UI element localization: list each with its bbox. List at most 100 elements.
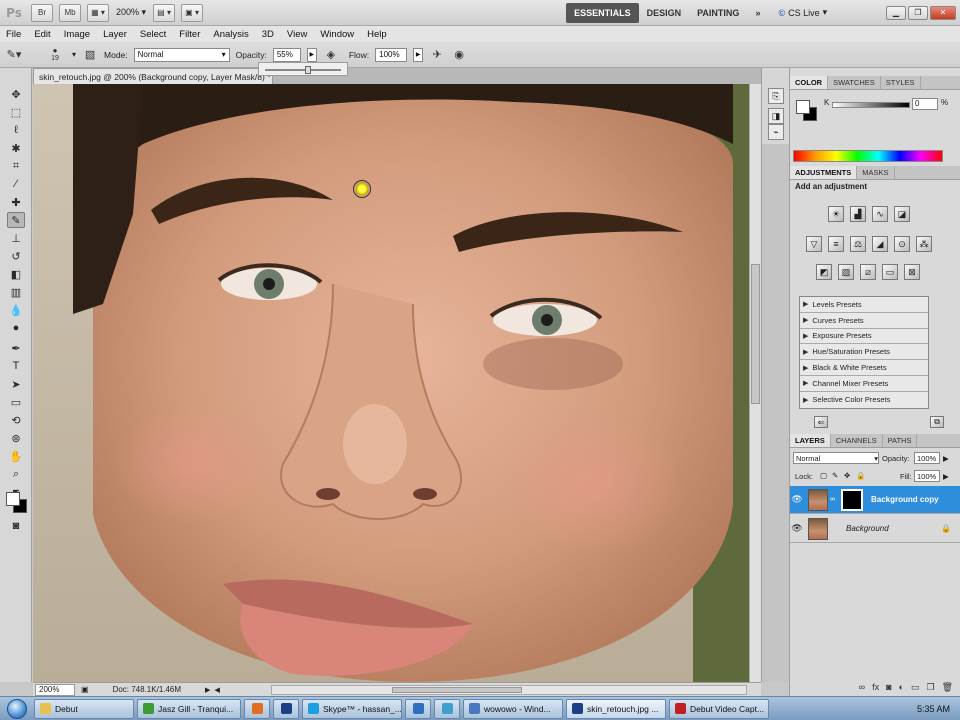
status-zoom-input[interactable]: 200%: [35, 683, 75, 696]
tab-styles[interactable]: STYLES: [881, 76, 921, 89]
brush-tool-icon[interactable]: ✎: [7, 212, 25, 228]
taskbar-item-debut-video-capture[interactable]: Debut Video Capt...: [669, 698, 769, 719]
pen-tool-icon[interactable]: ✒: [7, 340, 25, 356]
pressure-opacity-button[interactable]: ◈: [323, 47, 339, 63]
arrange-documents-button[interactable]: ▤ ▾: [153, 3, 176, 22]
close-button[interactable]: ✕: [930, 5, 956, 20]
visibility-eye-icon[interactable]: 👁: [790, 494, 804, 505]
toggle-brush-panel-button[interactable]: ▧: [82, 47, 98, 63]
navigator-panel-icon[interactable]: ◨: [768, 108, 784, 124]
screen-mode-button[interactable]: ▣ ▾: [181, 3, 204, 22]
preset-black-white[interactable]: ▶ Black & White Presets: [800, 360, 928, 376]
lasso-tool-icon[interactable]: ℓ: [7, 122, 25, 138]
vibrance-icon[interactable]: ▽: [806, 236, 822, 252]
menu-view[interactable]: View: [287, 29, 307, 40]
return-to-list-icon[interactable]: ⇐: [814, 416, 828, 428]
dodge-tool-icon[interactable]: ●: [7, 320, 25, 336]
preset-channel-mixer[interactable]: ▶ Channel Mixer Presets: [800, 376, 928, 392]
mode-select[interactable]: Normal ▾: [133, 47, 230, 62]
view-extras-button[interactable]: ▦ ▾: [87, 3, 109, 22]
clone-stamp-tool-icon[interactable]: ⊥: [7, 230, 25, 246]
minimize-button[interactable]: ▁: [886, 5, 906, 20]
menu-select[interactable]: Select: [140, 29, 166, 40]
menu-file[interactable]: File: [6, 29, 21, 40]
foreground-color-swatch[interactable]: [6, 492, 20, 506]
workspace-design[interactable]: DESIGN: [639, 3, 690, 23]
curves-icon[interactable]: ∿: [872, 206, 888, 222]
preset-selective-color[interactable]: ▶ Selective Color Presets: [800, 392, 928, 408]
black-white-icon[interactable]: ◢: [872, 236, 888, 252]
preset-curves[interactable]: ▶ Curves Presets: [800, 313, 928, 329]
menu-filter[interactable]: Filter: [179, 29, 200, 40]
image-canvas[interactable]: [33, 84, 749, 682]
3d-rotate-tool-icon[interactable]: ⟲: [7, 412, 25, 428]
lock-position-icon[interactable]: ✥: [844, 471, 850, 480]
menu-3d[interactable]: 3D: [262, 29, 274, 40]
new-adjustment-layer-icon[interactable]: ◐: [899, 682, 904, 692]
more-workspaces-button[interactable]: »: [747, 3, 768, 23]
history-panel-icon[interactable]: ⎘: [768, 88, 784, 104]
start-button[interactable]: [0, 698, 34, 720]
hue-saturation-icon[interactable]: ≡: [828, 236, 844, 252]
k-channel-value[interactable]: 0: [912, 98, 938, 110]
cs-live-menu[interactable]: © CS Live ▾: [778, 7, 827, 18]
k-channel-slider[interactable]: [832, 102, 910, 108]
threshold-icon[interactable]: ⧄: [860, 264, 876, 280]
triangle-right-icon[interactable]: ▶: [943, 472, 949, 481]
exposure-icon[interactable]: ◪: [894, 206, 910, 222]
flow-slider-toggle[interactable]: ▶: [413, 47, 424, 62]
tab-color[interactable]: COLOR: [790, 76, 829, 89]
triangle-right-icon[interactable]: ▶: [943, 454, 949, 463]
vertical-scroll-thumb[interactable]: [751, 264, 760, 404]
marquee-tool-icon[interactable]: ⬚: [7, 104, 25, 120]
opacity-slider-knob[interactable]: [304, 66, 311, 74]
tool-preset-picker[interactable]: ✎ ▾: [6, 47, 22, 63]
airbrush-button[interactable]: ✈: [429, 47, 445, 63]
levels-icon[interactable]: ▟: [850, 206, 866, 222]
color-spectrum-ramp[interactable]: [793, 150, 943, 162]
preset-exposure[interactable]: ▶ Exposure Presets: [800, 329, 928, 345]
brightness-contrast-icon[interactable]: ☀: [828, 206, 844, 222]
posterize-icon[interactable]: ▨: [838, 264, 854, 280]
taskbar-item-skype[interactable]: Skype™ - hassan_...: [302, 698, 402, 719]
eyedropper-tool-icon[interactable]: ⁄: [7, 176, 25, 192]
crop-tool-icon[interactable]: ⌗: [7, 158, 25, 174]
brush-picker-arrow-icon[interactable]: ▾: [72, 50, 76, 59]
actions-panel-icon[interactable]: ⌁: [768, 124, 784, 140]
restore-button[interactable]: ❐: [908, 5, 928, 20]
taskbar-item-app-2[interactable]: [434, 698, 460, 719]
scroll-left-icon[interactable]: ◀: [214, 686, 219, 694]
blur-tool-icon[interactable]: 💧: [7, 302, 25, 318]
tab-masks[interactable]: MASKS: [857, 166, 895, 179]
layer-style-icon[interactable]: fx: [872, 682, 879, 692]
quick-selection-tool-icon[interactable]: ✱: [7, 140, 25, 156]
launch-mini-bridge-button[interactable]: Mb: [59, 3, 81, 22]
add-mask-icon[interactable]: ◙: [886, 682, 891, 692]
taskbar-item-photoshop[interactable]: [273, 698, 299, 719]
new-group-icon[interactable]: ▭: [911, 682, 920, 693]
opacity-slider-toggle[interactable]: ▶: [306, 47, 317, 62]
taskbar-item-debut-folder[interactable]: Debut: [34, 698, 134, 719]
system-clock[interactable]: 5:35 AM: [917, 704, 950, 714]
3d-orbit-tool-icon[interactable]: ⊛: [7, 430, 25, 446]
trash-icon[interactable]: 🗑: [942, 682, 953, 693]
channel-mixer-icon[interactable]: ⁂: [916, 236, 932, 252]
menu-edit[interactable]: Edit: [34, 29, 50, 40]
clip-to-layer-icon[interactable]: ⧉: [930, 416, 944, 428]
status-info-icon[interactable]: ▣: [81, 685, 89, 694]
shape-tool-icon[interactable]: ▭: [7, 394, 25, 410]
preset-hue-saturation[interactable]: ▶ Hue/Saturation Presets: [800, 344, 928, 361]
move-tool-icon[interactable]: ✥: [7, 86, 25, 102]
selective-color-icon[interactable]: ⊠: [904, 264, 920, 280]
lock-transparency-icon[interactable]: ▢: [820, 471, 827, 480]
tab-adjustments[interactable]: ADJUSTMENTS: [790, 166, 858, 179]
pressure-size-button[interactable]: ◉: [451, 47, 467, 63]
path-selection-tool-icon[interactable]: ➤: [7, 376, 25, 392]
tab-channels[interactable]: CHANNELS: [831, 434, 883, 447]
menu-help[interactable]: Help: [367, 29, 387, 40]
quick-mask-icon[interactable]: ◙: [7, 518, 25, 534]
taskbar-item-chrome[interactable]: Jasz Gill - Tranqui...: [137, 698, 241, 719]
gradient-tool-icon[interactable]: ▥: [7, 284, 25, 300]
chain-link-icon[interactable]: ∞: [830, 496, 835, 503]
launch-bridge-button[interactable]: Br: [31, 3, 53, 22]
